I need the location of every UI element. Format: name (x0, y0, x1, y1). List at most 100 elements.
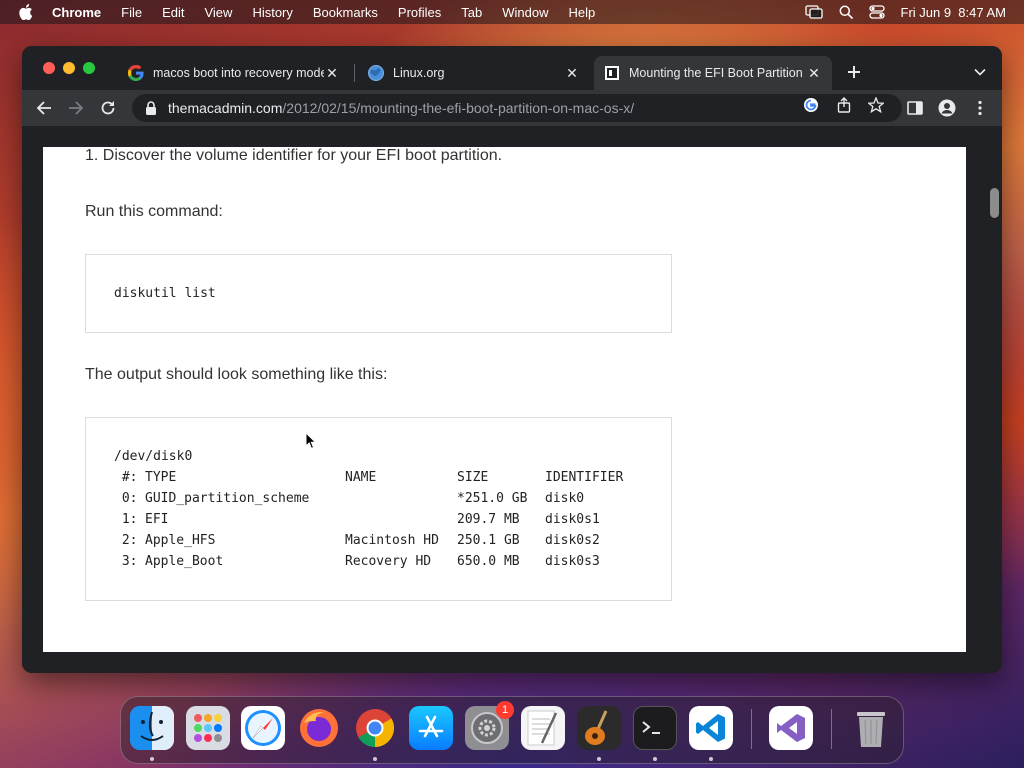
output-row: 2: Apple_HFS Macintosh HD 250.1 GB disk0… (86, 533, 671, 551)
menu-edit[interactable]: Edit (162, 5, 184, 20)
dock-separator (751, 709, 752, 749)
browser-window: macos boot into recovery mode ✕ Linux.or… (22, 46, 1002, 673)
tab-close-icon[interactable]: ✕ (324, 65, 340, 81)
address-bar[interactable]: themacadmin.com/2012/02/15/mounting-the-… (132, 94, 902, 122)
menu-file[interactable]: File (121, 5, 142, 20)
row-num: 0: (114, 491, 138, 506)
textedit-icon[interactable] (521, 706, 565, 750)
new-tab-button[interactable] (844, 62, 864, 82)
tab-title: Mounting the EFI Boot Partition (629, 66, 803, 80)
menu-view[interactable]: View (204, 5, 232, 20)
url-host: themacadmin.com (168, 100, 283, 116)
garageband-icon[interactable] (577, 706, 621, 750)
launchpad-icon[interactable] (186, 706, 230, 750)
safari-icon[interactable] (241, 706, 285, 750)
more-menu-icon[interactable] (970, 98, 990, 118)
trash-icon[interactable] (849, 706, 893, 750)
page-scrollbar-thumb[interactable] (990, 188, 999, 218)
finder-icon[interactable] (130, 706, 174, 750)
tab-mounting-efi[interactable]: Mounting the EFI Boot Partition ✕ (594, 56, 832, 90)
firefox-icon[interactable] (297, 706, 341, 750)
menu-window[interactable]: Window (502, 5, 548, 20)
vscode-icon[interactable] (689, 706, 733, 750)
side-panel-icon[interactable] (905, 98, 925, 118)
share-icon[interactable] (835, 96, 853, 114)
tab-strip: macos boot into recovery mode ✕ Linux.or… (22, 46, 1002, 90)
url-path: /2012/02/15/mounting-the-efi-boot-partit… (282, 100, 635, 116)
output-row: 1: EFI 209.7 MB disk0s1 (86, 512, 671, 530)
themacadmin-icon (604, 65, 620, 81)
forward-button[interactable] (66, 98, 86, 118)
tab-close-icon[interactable]: ✕ (806, 65, 822, 81)
row-num: 3: (114, 554, 138, 569)
spotlight-search-icon[interactable] (839, 5, 853, 19)
row-type: EFI (145, 512, 169, 527)
google-lens-icon[interactable] (802, 96, 820, 114)
menu-tab[interactable]: Tab (461, 5, 482, 20)
apple-menu-icon[interactable] (18, 4, 34, 20)
screen-mirroring-icon[interactable] (804, 5, 823, 19)
row-type: Apple_HFS (145, 533, 216, 548)
output-header-row: #: TYPE NAME SIZE IDENTIFIER (86, 470, 671, 488)
linux-org-icon (368, 65, 384, 81)
row-num: 1: (114, 512, 138, 527)
menu-history[interactable]: History (252, 5, 292, 20)
tab-google-search[interactable]: macos boot into recovery mode ✕ (118, 56, 350, 90)
reload-button[interactable] (98, 98, 118, 118)
profile-avatar-icon[interactable] (937, 98, 957, 118)
row-identifier: disk0s1 (545, 512, 600, 527)
back-button[interactable] (34, 98, 54, 118)
menu-bar: Chrome File Edit View History Bookmarks … (0, 0, 1024, 24)
tab-linux-org[interactable]: Linux.org ✕ (358, 56, 590, 90)
bookmark-star-icon[interactable] (867, 96, 885, 114)
menu-bookmarks[interactable]: Bookmarks (313, 5, 378, 20)
running-indicator (709, 757, 713, 761)
running-indicator (653, 757, 657, 761)
output-row: 0: GUID_partition_scheme *251.0 GB disk0 (86, 491, 671, 509)
row-size: 250.1 GB (457, 533, 520, 548)
article-page: 1. Discover the volume identifier for yo… (43, 147, 966, 652)
row-size: 209.7 MB (457, 512, 520, 527)
fullscreen-window-button[interactable] (83, 62, 95, 74)
control-center-icon[interactable] (868, 5, 885, 19)
visual-studio-icon[interactable] (769, 706, 813, 750)
command-code-block: diskutil list (85, 254, 672, 333)
minimize-window-button[interactable] (63, 62, 75, 74)
col-name-header: NAME (345, 470, 377, 485)
menu-clock[interactable]: Fri Jun 9 8:47 AM (901, 5, 1007, 20)
row-num: 2: (114, 533, 138, 548)
tab-close-icon[interactable]: ✕ (564, 65, 580, 81)
tab-title: macos boot into recovery mode (153, 66, 324, 80)
menu-profiles[interactable]: Profiles (398, 5, 441, 20)
row-identifier: disk0s2 (545, 533, 600, 548)
command-text: diskutil list (114, 286, 216, 301)
col-identifier-header: IDENTIFIER (545, 470, 624, 485)
col-num-header: #: (114, 470, 138, 485)
dock-separator (831, 709, 832, 749)
run-command-text: Run this command: (85, 203, 223, 220)
running-indicator (150, 757, 154, 761)
row-identifier: disk0s3 (545, 554, 600, 569)
row-type: Apple_Boot (145, 554, 224, 569)
tab-title: Linux.org (393, 66, 445, 80)
close-window-button[interactable] (43, 62, 55, 74)
row-size: *251.0 GB (457, 491, 528, 506)
output-device: /dev/disk0 (114, 449, 193, 464)
output-intro-text: The output should look something like th… (85, 366, 388, 383)
tab-search-chevron-icon[interactable] (972, 64, 988, 80)
menu-app-name[interactable]: Chrome (52, 5, 101, 20)
menu-help[interactable]: Help (569, 5, 596, 20)
col-size-header: SIZE (457, 470, 489, 485)
row-size: 650.0 MB (457, 554, 520, 569)
chrome-icon[interactable] (353, 706, 397, 750)
output-row: 3: Apple_Boot Recovery HD 650.0 MB disk0… (86, 554, 671, 572)
row-type: GUID_partition_scheme (145, 491, 310, 506)
tab-divider (354, 64, 355, 82)
row-name: Macintosh HD (345, 533, 439, 548)
terminal-icon[interactable] (633, 706, 677, 750)
step-1-text: 1. Discover the volume identifier for yo… (85, 147, 503, 164)
app-store-icon[interactable] (409, 706, 453, 750)
running-indicator (597, 757, 601, 761)
lock-icon[interactable] (144, 101, 158, 115)
row-identifier: disk0 (545, 491, 585, 506)
